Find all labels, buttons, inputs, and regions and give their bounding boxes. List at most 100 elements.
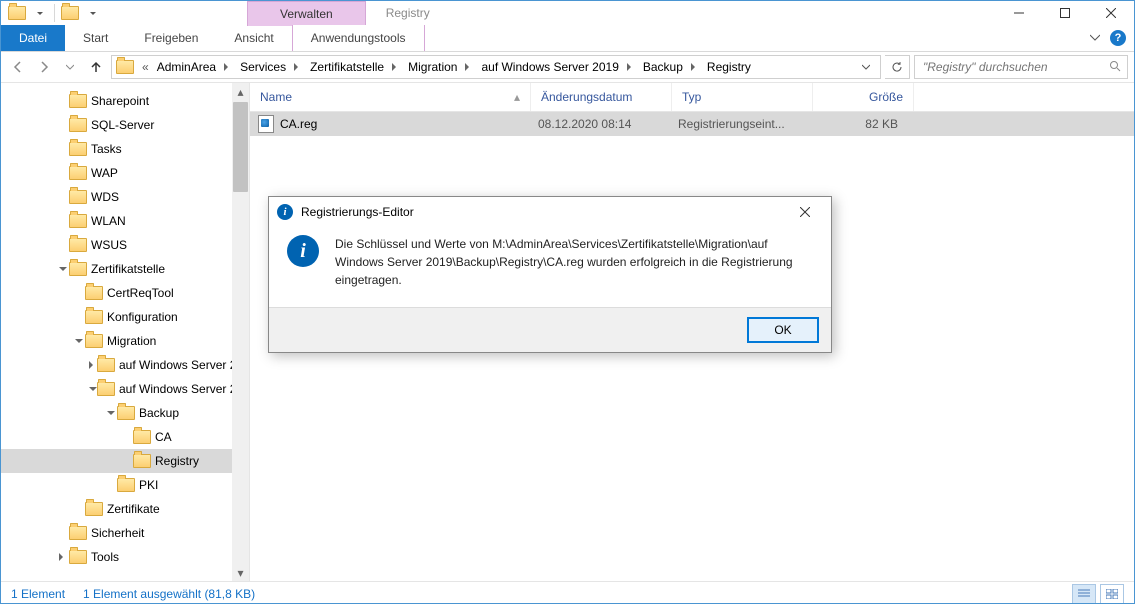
tree-item-label: Migration — [107, 334, 156, 348]
column-name[interactable]: Name▴ — [250, 83, 531, 111]
tree-item-label: Konfiguration — [107, 310, 178, 324]
expander-icon[interactable] — [73, 337, 85, 345]
sort-asc-icon: ▴ — [514, 90, 520, 104]
breadcrumb-overflow[interactable] — [138, 60, 153, 74]
tree-item-wap[interactable]: WAP — [1, 161, 232, 185]
dialog-footer: OK — [269, 307, 831, 352]
maximize-button[interactable] — [1042, 1, 1088, 25]
column-size[interactable]: Größe — [813, 83, 914, 111]
column-date[interactable]: Änderungsdatum — [531, 83, 672, 111]
details-view-button[interactable] — [1072, 584, 1096, 604]
breadcrumb-winserver2019[interactable]: auf Windows Server 2019 — [477, 60, 638, 74]
context-tab-manage[interactable]: Verwalten — [247, 1, 366, 26]
folder-icon — [85, 310, 103, 324]
file-name: CA.reg — [280, 112, 528, 136]
tree-item-wsus[interactable]: WSUS — [1, 233, 232, 257]
scroll-up-button[interactable]: ▴ — [232, 83, 249, 100]
folder-icon — [69, 262, 87, 276]
search-icon[interactable] — [1109, 60, 1121, 75]
tree-item-registry[interactable]: Registry — [1, 449, 232, 473]
scroll-down-button[interactable]: ▾ — [232, 564, 249, 581]
tree-item-wlan[interactable]: WLAN — [1, 209, 232, 233]
expander-icon[interactable] — [105, 409, 117, 417]
tab-start[interactable]: Start — [65, 25, 126, 51]
tree-item-tools[interactable]: Tools — [1, 545, 232, 569]
breadcrumb-zertifikatstelle[interactable]: Zertifikatstelle — [306, 60, 404, 74]
folder-icon — [133, 430, 151, 444]
tree-item-wds[interactable]: WDS — [1, 185, 232, 209]
scroll-thumb[interactable] — [233, 102, 248, 192]
tree-item-label: auf Windows Server 201 — [119, 358, 250, 372]
tree-item-sharepoint[interactable]: Sharepoint — [1, 89, 232, 113]
expander-icon[interactable] — [89, 385, 97, 393]
info-icon: i — [277, 204, 293, 220]
tree-item-konfiguration[interactable]: Konfiguration — [1, 305, 232, 329]
folder-tree[interactable]: SharepointSQL-Server Tasks WAP WDS WLAN WSUS Z… — [1, 83, 232, 575]
tree-item-zertifikatstelle[interactable]: Zertifikatstelle — [1, 257, 232, 281]
breadcrumb-registry[interactable]: Registry — [703, 60, 755, 74]
ribbon-expand-icon[interactable] — [1090, 31, 1100, 45]
recent-locations-dropdown[interactable] — [59, 56, 81, 78]
forward-button[interactable] — [33, 56, 55, 78]
column-headers: Name▴ Änderungsdatum Typ Größe — [250, 83, 1134, 112]
app-folder-icon — [7, 3, 27, 23]
app-menu-dropdown[interactable] — [29, 3, 49, 23]
file-row[interactable]: CA.reg 08.12.2020 08:14 Registrierungsei… — [250, 112, 1134, 136]
breadcrumb-history-dropdown[interactable] — [856, 63, 876, 71]
breadcrumb-backup[interactable]: Backup — [639, 60, 703, 74]
tree-item-tasks[interactable]: Tasks — [1, 137, 232, 161]
search-box[interactable] — [914, 55, 1128, 79]
tree-item-label: WSUS — [91, 238, 127, 252]
breadcrumb-bar[interactable]: AdminArea Services Zertifikatstelle Migr… — [111, 55, 881, 79]
tree-item-backup[interactable]: Backup — [1, 401, 232, 425]
tree-scrollbar[interactable]: ▴ ▾ — [232, 83, 249, 581]
tab-share[interactable]: Freigeben — [126, 25, 216, 51]
file-tab[interactable]: Datei — [1, 25, 65, 51]
tree-item-label: Tasks — [91, 142, 122, 156]
minimize-button[interactable] — [996, 1, 1042, 25]
tree-item-label: Zertifikatstelle — [91, 262, 165, 276]
thumbnails-view-button[interactable] — [1100, 584, 1124, 604]
dialog-title: Registrierungs-Editor — [301, 205, 414, 219]
close-button[interactable] — [1088, 1, 1134, 25]
search-input[interactable] — [921, 59, 1109, 75]
tree-item-zertifikate[interactable]: Zertifikate — [1, 497, 232, 521]
breadcrumb-services[interactable]: Services — [236, 60, 306, 74]
tree-item-label: WDS — [91, 190, 119, 204]
tree-item-label: Tools — [91, 550, 119, 564]
back-button[interactable] — [7, 56, 29, 78]
refresh-button[interactable] — [885, 55, 910, 79]
expander-icon[interactable] — [89, 361, 97, 369]
ok-button[interactable]: OK — [747, 317, 819, 343]
tree-item-pki[interactable]: PKI — [1, 473, 232, 497]
folder-icon — [69, 526, 87, 540]
up-button[interactable] — [85, 56, 107, 78]
tree-item-auf-windows-server-201[interactable]: auf Windows Server 201 — [1, 353, 232, 377]
qat-properties-button[interactable] — [60, 3, 80, 23]
breadcrumb-migration[interactable]: Migration — [404, 60, 477, 74]
window-title: Registry — [366, 1, 450, 25]
expander-icon[interactable] — [57, 553, 69, 561]
column-type[interactable]: Typ — [672, 83, 813, 111]
tab-view[interactable]: Ansicht — [216, 25, 291, 51]
folder-icon — [69, 166, 87, 180]
qat-separator — [54, 4, 55, 22]
tree-item-sql-server[interactable]: SQL-Server — [1, 113, 232, 137]
tab-application-tools[interactable]: Anwendungstools — [292, 25, 425, 51]
expander-icon[interactable] — [57, 265, 69, 273]
file-type: Registrierungseint... — [668, 112, 808, 136]
tree-item-ca[interactable]: CA — [1, 425, 232, 449]
tree-item-certreqtool[interactable]: CertReqTool — [1, 281, 232, 305]
folder-icon — [69, 118, 87, 132]
breadcrumb-adminarea[interactable]: AdminArea — [153, 60, 236, 74]
folder-icon — [117, 406, 135, 420]
tree-item-sicherheit[interactable]: Sicherheit — [1, 521, 232, 545]
dialog-close-button[interactable] — [785, 199, 825, 225]
folder-icon — [69, 214, 87, 228]
tree-item-label: Zertifikate — [107, 502, 160, 516]
tree-item-auf-windows-server-201[interactable]: auf Windows Server 201 — [1, 377, 232, 401]
qat-customize-dropdown[interactable] — [82, 3, 102, 23]
help-button[interactable]: ? — [1110, 30, 1126, 46]
tree-item-migration[interactable]: Migration — [1, 329, 232, 353]
window-controls — [996, 1, 1134, 25]
